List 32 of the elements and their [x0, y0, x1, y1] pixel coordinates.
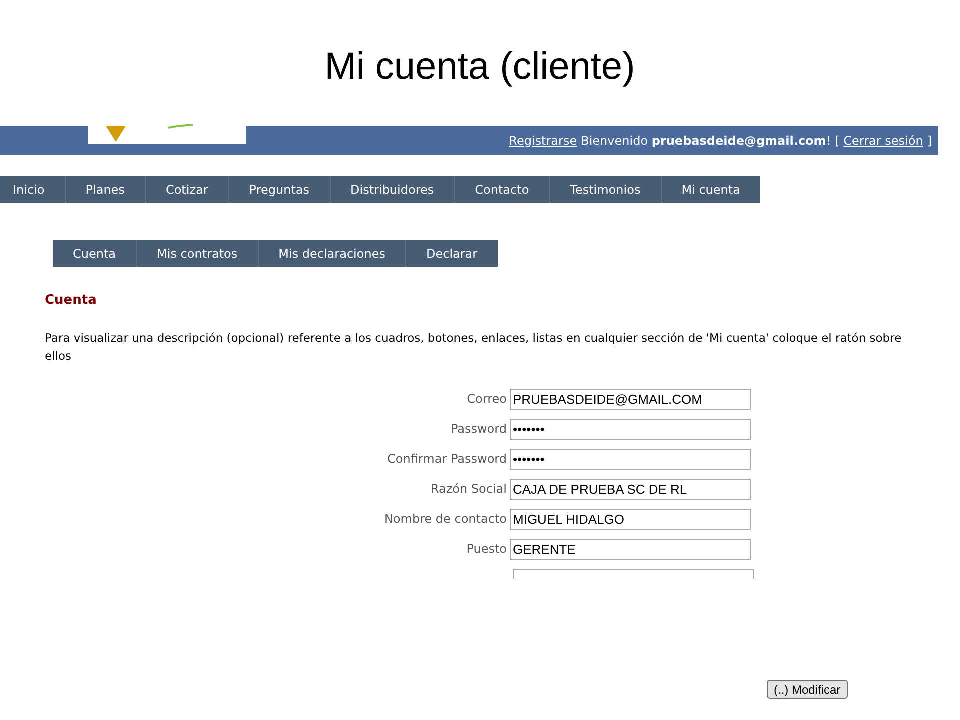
- input-field[interactable]: •••••••: [510, 418, 751, 440]
- register-link[interactable]: Registrarse: [509, 132, 578, 150]
- modify-button[interactable]: (..) Modificar: [767, 680, 848, 699]
- nav-tab[interactable]: Planes: [64, 176, 145, 203]
- input-field[interactable]: GERENTE: [510, 538, 751, 560]
- nav-tab[interactable]: Mi cuenta: [660, 176, 760, 203]
- bracket-text: ]: [927, 132, 932, 150]
- nav-tab[interactable]: Preguntas: [228, 176, 330, 203]
- section-heading: Cuenta: [45, 292, 97, 310]
- field-label: Correo: [467, 391, 507, 408]
- nav-tab[interactable]: Cotizar: [144, 176, 228, 203]
- input-field[interactable]: CAJA DE PRUEBA SC DE RL: [510, 478, 751, 500]
- nav-tab[interactable]: Contacto: [454, 176, 550, 203]
- field-label: Razón Social: [430, 481, 507, 498]
- logout-link[interactable]: Cerrar sesión: [844, 132, 924, 150]
- welcome-text: Bienvenido pruebasdeide@gmail.com! [: [581, 132, 840, 150]
- sub-nav-tab[interactable]: Mis contratos: [136, 240, 258, 267]
- nav-tab[interactable]: Distribuidores: [330, 176, 454, 203]
- nav-tab[interactable]: Testimonios: [549, 176, 661, 203]
- input-field[interactable]: PRUEBASDEIDE@GMAIL.COM: [510, 388, 751, 410]
- input-field[interactable]: •••••••: [510, 448, 751, 470]
- nav-tab[interactable]: Inicio: [0, 176, 65, 203]
- sub-nav-tab[interactable]: Mis declaraciones: [258, 240, 406, 267]
- sub-nav-tab[interactable]: Declarar: [405, 240, 498, 267]
- field-label: Nombre de contacto: [384, 511, 507, 528]
- field-label: Confirmar Password: [388, 451, 507, 468]
- slide-title: Mi cuenta (cliente): [324, 45, 636, 90]
- sub-nav-tab[interactable]: Cuenta: [53, 240, 136, 267]
- field-label: Password: [450, 421, 507, 438]
- input-field[interactable]: MIGUEL HIDALGO: [510, 508, 751, 530]
- description-text: Para visualizar una descripción (opcional) referente a los cuadros, botones, enlaces, listas en cualquier sección de 'Mi cuenta' coloque el ratón sobre ellos: [45, 330, 903, 364]
- field-label: Puesto: [466, 541, 507, 558]
